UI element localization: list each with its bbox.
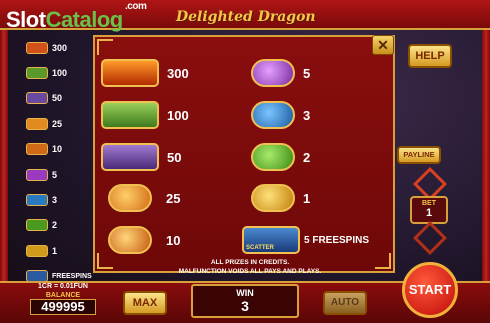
- panda-symbol-icon: [26, 67, 48, 80]
- game-screen: SlotCatalog .com Delighted Dragon 300 10…: [0, 0, 490, 323]
- help-button[interactable]: HELP: [408, 44, 452, 68]
- dragon-symbol-icon: [26, 41, 48, 54]
- coin-j-icon: [26, 194, 48, 207]
- paytable-row-q: 5: [251, 58, 310, 88]
- mini-row: 50: [26, 86, 96, 111]
- balance-label: BALANCE: [45, 292, 81, 299]
- warrior-symbol-icon: [26, 92, 48, 105]
- coin-k-icon: [108, 226, 152, 254]
- autoplay-button[interactable]: AUTO: [323, 291, 367, 315]
- bet-selector[interactable]: BET 1: [410, 196, 448, 224]
- mini-row: 100: [26, 60, 96, 85]
- paytable-row-9: 1: [251, 183, 310, 213]
- corner-ornament: [375, 253, 391, 269]
- coin-9-icon: [251, 184, 295, 212]
- slotcatalog-logo: SlotCatalog .com: [6, 1, 147, 32]
- dragon-symbol-icon: [101, 59, 159, 87]
- paytable-row-panda: 100: [101, 100, 189, 130]
- paytable-row-dragon: 300: [101, 58, 189, 88]
- scatter-symbol-icon: SCATTER: [242, 226, 300, 254]
- mini-row: 5: [26, 162, 96, 187]
- max-bet-button[interactable]: MAX: [123, 291, 167, 315]
- right-pillar: [482, 30, 490, 323]
- paytable-row-10: 2: [251, 142, 310, 172]
- mini-paytable: 300 100 50 25 10 5 3 2 1 FREESPINS: [26, 35, 96, 289]
- mini-row: 3: [26, 187, 96, 212]
- paytable-notes: ALL PRIZES IN CREDITS. MALFUNCTION VOIDS…: [178, 259, 322, 275]
- start-spin-button[interactable]: START: [402, 262, 458, 318]
- game-title: Delighted Dragon: [176, 9, 316, 25]
- top-banner: SlotCatalog .com Delighted Dragon: [0, 0, 490, 32]
- paytable-row-scatter: SCATTER 5 FREESPINS: [242, 225, 369, 255]
- mini-row: 2: [26, 213, 96, 238]
- mini-row: 10: [26, 137, 96, 162]
- mini-row: 25: [26, 111, 96, 136]
- coin-9-icon: [26, 244, 48, 257]
- corner-ornament: [97, 253, 113, 269]
- coin-a-icon: [108, 184, 152, 212]
- paytable-row-k: 10: [108, 225, 180, 255]
- warrior-symbol-icon: [101, 143, 159, 171]
- coin-10-icon: [26, 219, 48, 232]
- coin-a-icon: [26, 117, 48, 130]
- coin-q-icon: [26, 168, 48, 181]
- win-display: WIN 3: [191, 284, 299, 318]
- payline-button[interactable]: PAYLINE: [397, 146, 441, 164]
- coin-10-icon: [251, 143, 295, 171]
- coin-q-icon: [251, 59, 295, 87]
- panda-symbol-icon: [101, 101, 159, 129]
- corner-ornament: [97, 39, 113, 55]
- coin-value-info: 1CR = 0.01FUN: [38, 283, 88, 290]
- paytable-row-a: 25: [108, 183, 180, 213]
- coin-j-icon: [251, 101, 295, 129]
- paytable-row-warrior: 50: [101, 142, 181, 172]
- close-button[interactable]: ✕: [372, 35, 394, 55]
- left-pillar: [0, 30, 8, 323]
- endless-knot-icon[interactable]: [413, 221, 447, 255]
- balance-value: 499995: [30, 299, 96, 315]
- coin-k-icon: [26, 143, 48, 156]
- mini-row: 1: [26, 238, 96, 263]
- paytable-row-j: 3: [251, 100, 310, 130]
- mini-row: 300: [26, 35, 96, 60]
